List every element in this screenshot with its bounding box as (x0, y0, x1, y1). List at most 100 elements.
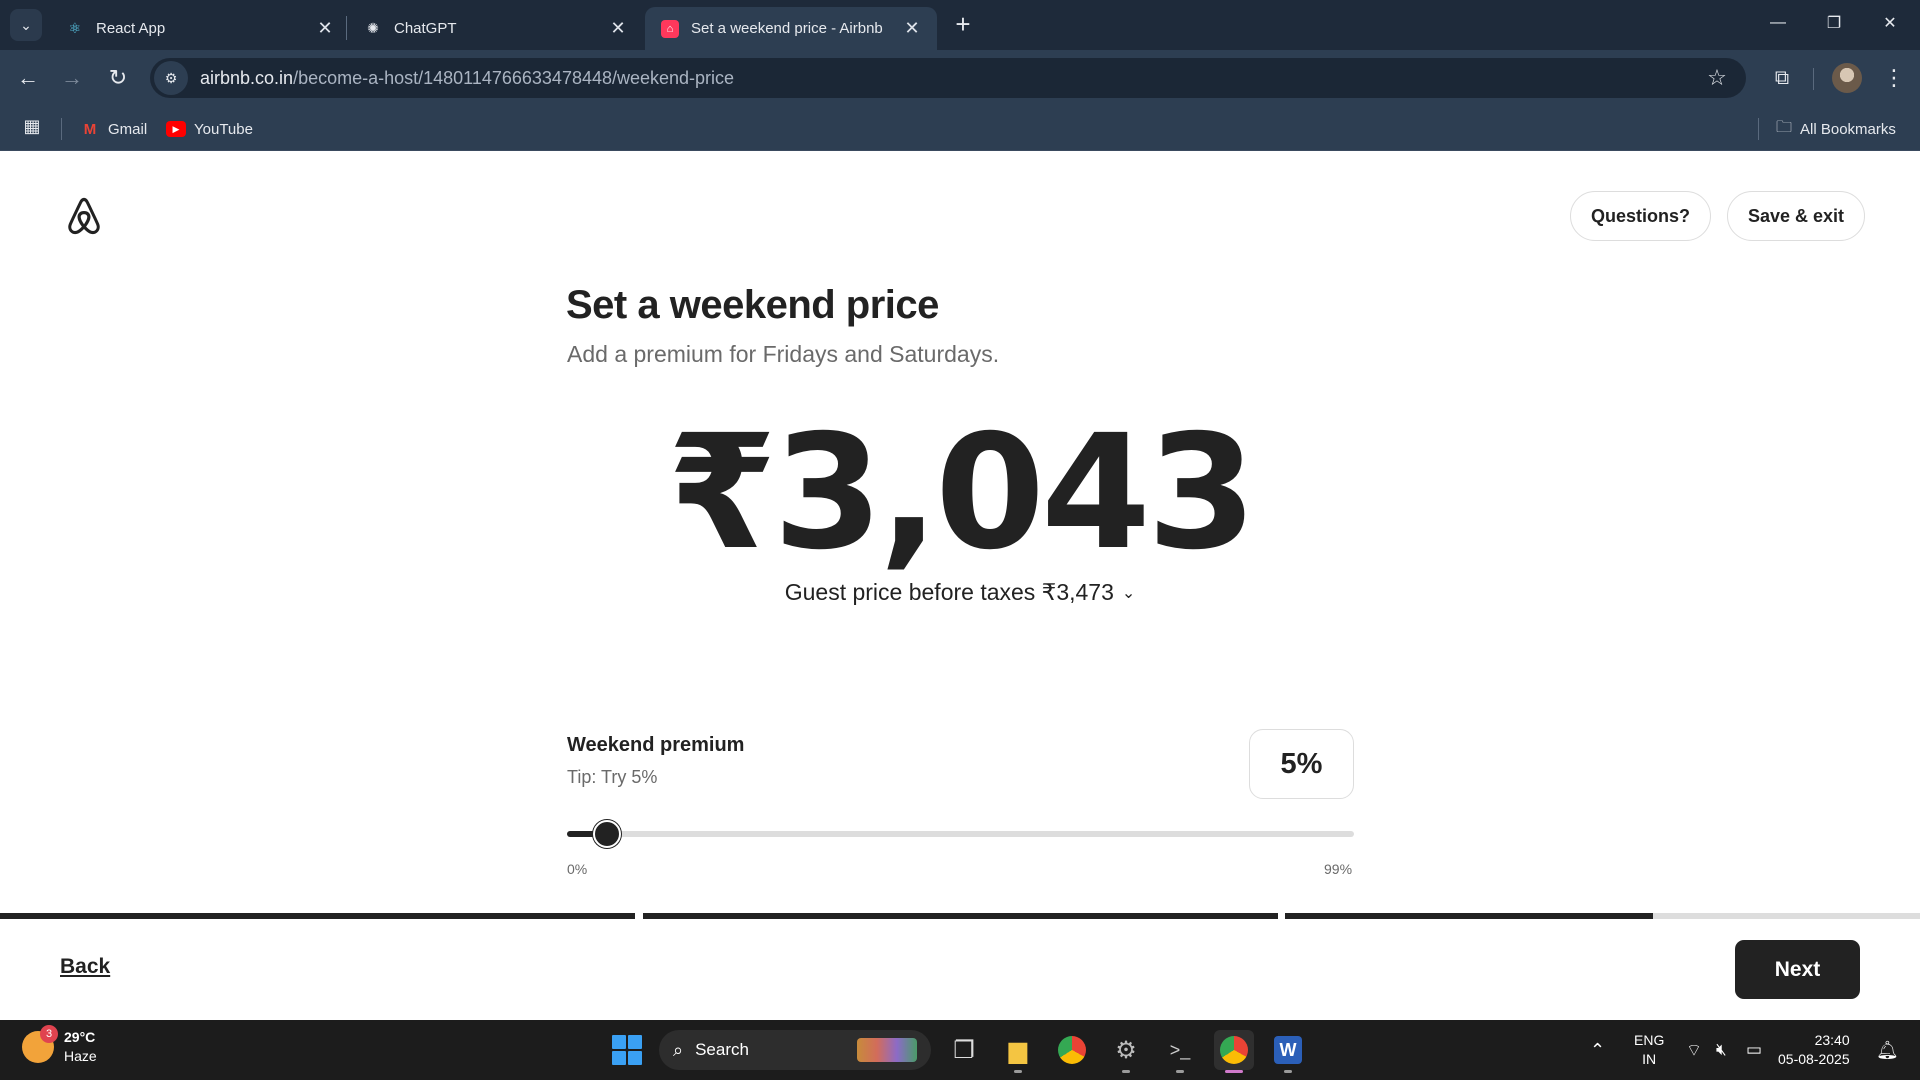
tab-title: Set a weekend price - Airbnb (691, 20, 883, 37)
close-tab-icon[interactable]: ✕ (901, 18, 923, 39)
chrome-profile-icon[interactable] (1214, 1030, 1254, 1073)
all-bookmarks-label: All Bookmarks (1800, 120, 1896, 138)
close-window-button[interactable]: ✕ (1862, 0, 1918, 46)
clock-date: 05-08-2025 (1778, 1051, 1850, 1067)
clock[interactable]: 23:40 05-08-2025 (1778, 1020, 1850, 1080)
tune-icon: ⚙ (164, 69, 178, 86)
terminal-icon[interactable]: >_ (1160, 1030, 1200, 1073)
weekend-price-value[interactable]: ₹3,043 (0, 401, 1920, 585)
bookmark-label: Gmail (108, 120, 148, 138)
url-path: /become-a-host/1480114766633478448/weeke… (293, 67, 735, 88)
airbnb-icon: ⌂ (661, 19, 679, 38)
extensions-icon[interactable]: ⧉ (1766, 62, 1798, 94)
lang-top: ENG (1634, 1032, 1665, 1048)
react-icon: ⚛ (68, 20, 82, 36)
clock-time: 23:40 (1814, 1032, 1850, 1048)
gmail-icon: M (83, 120, 97, 138)
notifications-icon[interactable]: 🔔︎ (1876, 1020, 1899, 1080)
more-menu-icon[interactable]: ⋮ (1880, 62, 1908, 94)
tab-separator (346, 16, 347, 40)
youtube-icon: ▶ (166, 121, 186, 137)
bookmark-star-icon[interactable]: ☆ (1700, 65, 1734, 91)
save-exit-button[interactable]: Save & exit (1727, 191, 1866, 241)
lang-bottom: IN (1642, 1051, 1657, 1067)
close-icon: ✕ (1883, 15, 1897, 32)
file-explorer-icon[interactable]: ▆ (998, 1030, 1038, 1073)
show-hidden-icons-icon[interactable]: ⌃ (1590, 1020, 1605, 1080)
windows-start-icon[interactable] (612, 1035, 642, 1065)
minimize-button[interactable]: — (1750, 0, 1806, 46)
tab-airbnb-weekend-price[interactable]: ⌂ Set a weekend price - Airbnb ✕ (645, 7, 937, 50)
taskbar-search[interactable]: ⌕ Search (659, 1030, 931, 1070)
tab-title: ChatGPT (394, 20, 457, 37)
address-bar[interactable]: ⚙ airbnb.co.in/become-a-host/14801147666… (150, 58, 1746, 98)
slider-track[interactable] (567, 831, 1354, 837)
chatgpt-icon: ✺ (367, 20, 379, 36)
search-highlight-icon (857, 1038, 917, 1062)
close-tab-icon[interactable]: ✕ (314, 18, 336, 39)
back-button[interactable]: Back (60, 955, 110, 979)
restore-icon: ❐ (1826, 15, 1842, 32)
questions-button[interactable]: Questions? (1570, 191, 1712, 241)
toolbar-separator (1813, 68, 1814, 90)
tab-react-app[interactable]: ⚛ React App ✕ (50, 7, 350, 50)
chrome-icon[interactable] (1052, 1030, 1092, 1070)
airbnb-logo-icon[interactable] (64, 195, 104, 237)
progress-segment (0, 913, 635, 919)
progress-segment (1285, 913, 1920, 919)
bookmark-label: YouTube (194, 120, 253, 138)
word-icon[interactable]: W (1268, 1030, 1308, 1073)
reload-button[interactable]: ↻ (102, 62, 134, 94)
slider-min-label: 0% (567, 861, 588, 877)
task-view-icon[interactable]: ❐ (944, 1030, 984, 1070)
tab-chatgpt[interactable]: ✺ ChatGPT ✕ (348, 7, 643, 50)
browser-toolbar: ← → ↻ ⚙ airbnb.co.in/become-a-host/14801… (0, 50, 1920, 106)
chevron-down-icon: ⌄ (20, 16, 32, 33)
all-bookmarks[interactable]: 🗀 All Bookmarks (1776, 116, 1896, 142)
url-text[interactable]: airbnb.co.in/become-a-host/1480114766633… (200, 68, 1700, 89)
browser-tab-bar: ⌄ ⚛ React App ✕ ✺ ChatGPT ✕ ⌂ Set a week… (0, 0, 1920, 50)
airbnb-page: Questions? Save & exit Set a weekend pri… (0, 151, 1920, 1020)
language-indicator[interactable]: ENG IN (1634, 1020, 1664, 1080)
guest-price-text: Guest price before taxes ₹3,473 (784, 579, 1114, 605)
battery-icon[interactable]: ▭ (1746, 1020, 1762, 1080)
new-tab-button[interactable]: + (948, 10, 978, 40)
weather-temp: 29°C (64, 1029, 96, 1045)
progress-segment-fill (1285, 913, 1654, 919)
weather-haze-icon: 3 (22, 1025, 58, 1063)
minimize-icon: — (1770, 14, 1786, 31)
progress-segment-fill (643, 913, 1278, 919)
bookmark-youtube[interactable]: ▶ YouTube (166, 116, 253, 142)
chevron-down-icon: ⌄ (1121, 585, 1136, 602)
slider-max-label: 99% (1324, 861, 1353, 877)
premium-slider[interactable] (567, 820, 1354, 848)
forward-nav-button[interactable]: → (56, 62, 88, 94)
settings-gear-icon[interactable]: ⚙ (1106, 1030, 1146, 1073)
arrow-left-icon: ← (17, 65, 39, 90)
volume-muted-icon[interactable]: 🔇︎ (1716, 1020, 1727, 1080)
weather-widget[interactable]: 3 29°C Haze (22, 1025, 97, 1066)
weekend-premium-label: Weekend premium (567, 734, 745, 756)
guest-price-toggle[interactable]: Guest price before taxes ₹3,473 ⌄ (0, 579, 1920, 606)
bookmarks-separator (61, 118, 62, 140)
restore-button[interactable]: ❐ (1806, 0, 1862, 46)
premium-percent-input[interactable]: 5% (1249, 729, 1354, 799)
step-progress-bar (0, 913, 1920, 919)
bookmark-gmail[interactable]: M Gmail (80, 116, 147, 142)
page-title: Set a weekend price (566, 283, 939, 327)
windows-taskbar: 3 29°C Haze ⌕ Search ❐ ▆ ⚙ >_ W ⌃ ENG IN … (0, 1020, 1920, 1080)
apps-grid-icon[interactable]: ▦ (20, 116, 44, 140)
site-info-button[interactable]: ⚙ (154, 61, 188, 95)
page-subtitle: Add a premium for Fridays and Saturdays. (567, 341, 1000, 367)
tab-search-button[interactable]: ⌄ (10, 9, 42, 41)
arrow-right-icon: → (61, 65, 83, 90)
bookmarks-bar: ▦ M Gmail ▶ YouTube 🗀 All Bookmarks (0, 106, 1920, 151)
slider-thumb[interactable] (592, 820, 621, 848)
back-nav-button[interactable]: ← (12, 62, 44, 94)
close-tab-icon[interactable]: ✕ (607, 18, 629, 39)
reload-icon: ↻ (108, 65, 128, 90)
next-button[interactable]: Next (1735, 940, 1860, 999)
url-host: airbnb.co.in (200, 67, 294, 88)
wifi-icon[interactable]: ⌔ (1686, 1020, 1702, 1080)
profile-avatar[interactable] (1832, 63, 1862, 93)
